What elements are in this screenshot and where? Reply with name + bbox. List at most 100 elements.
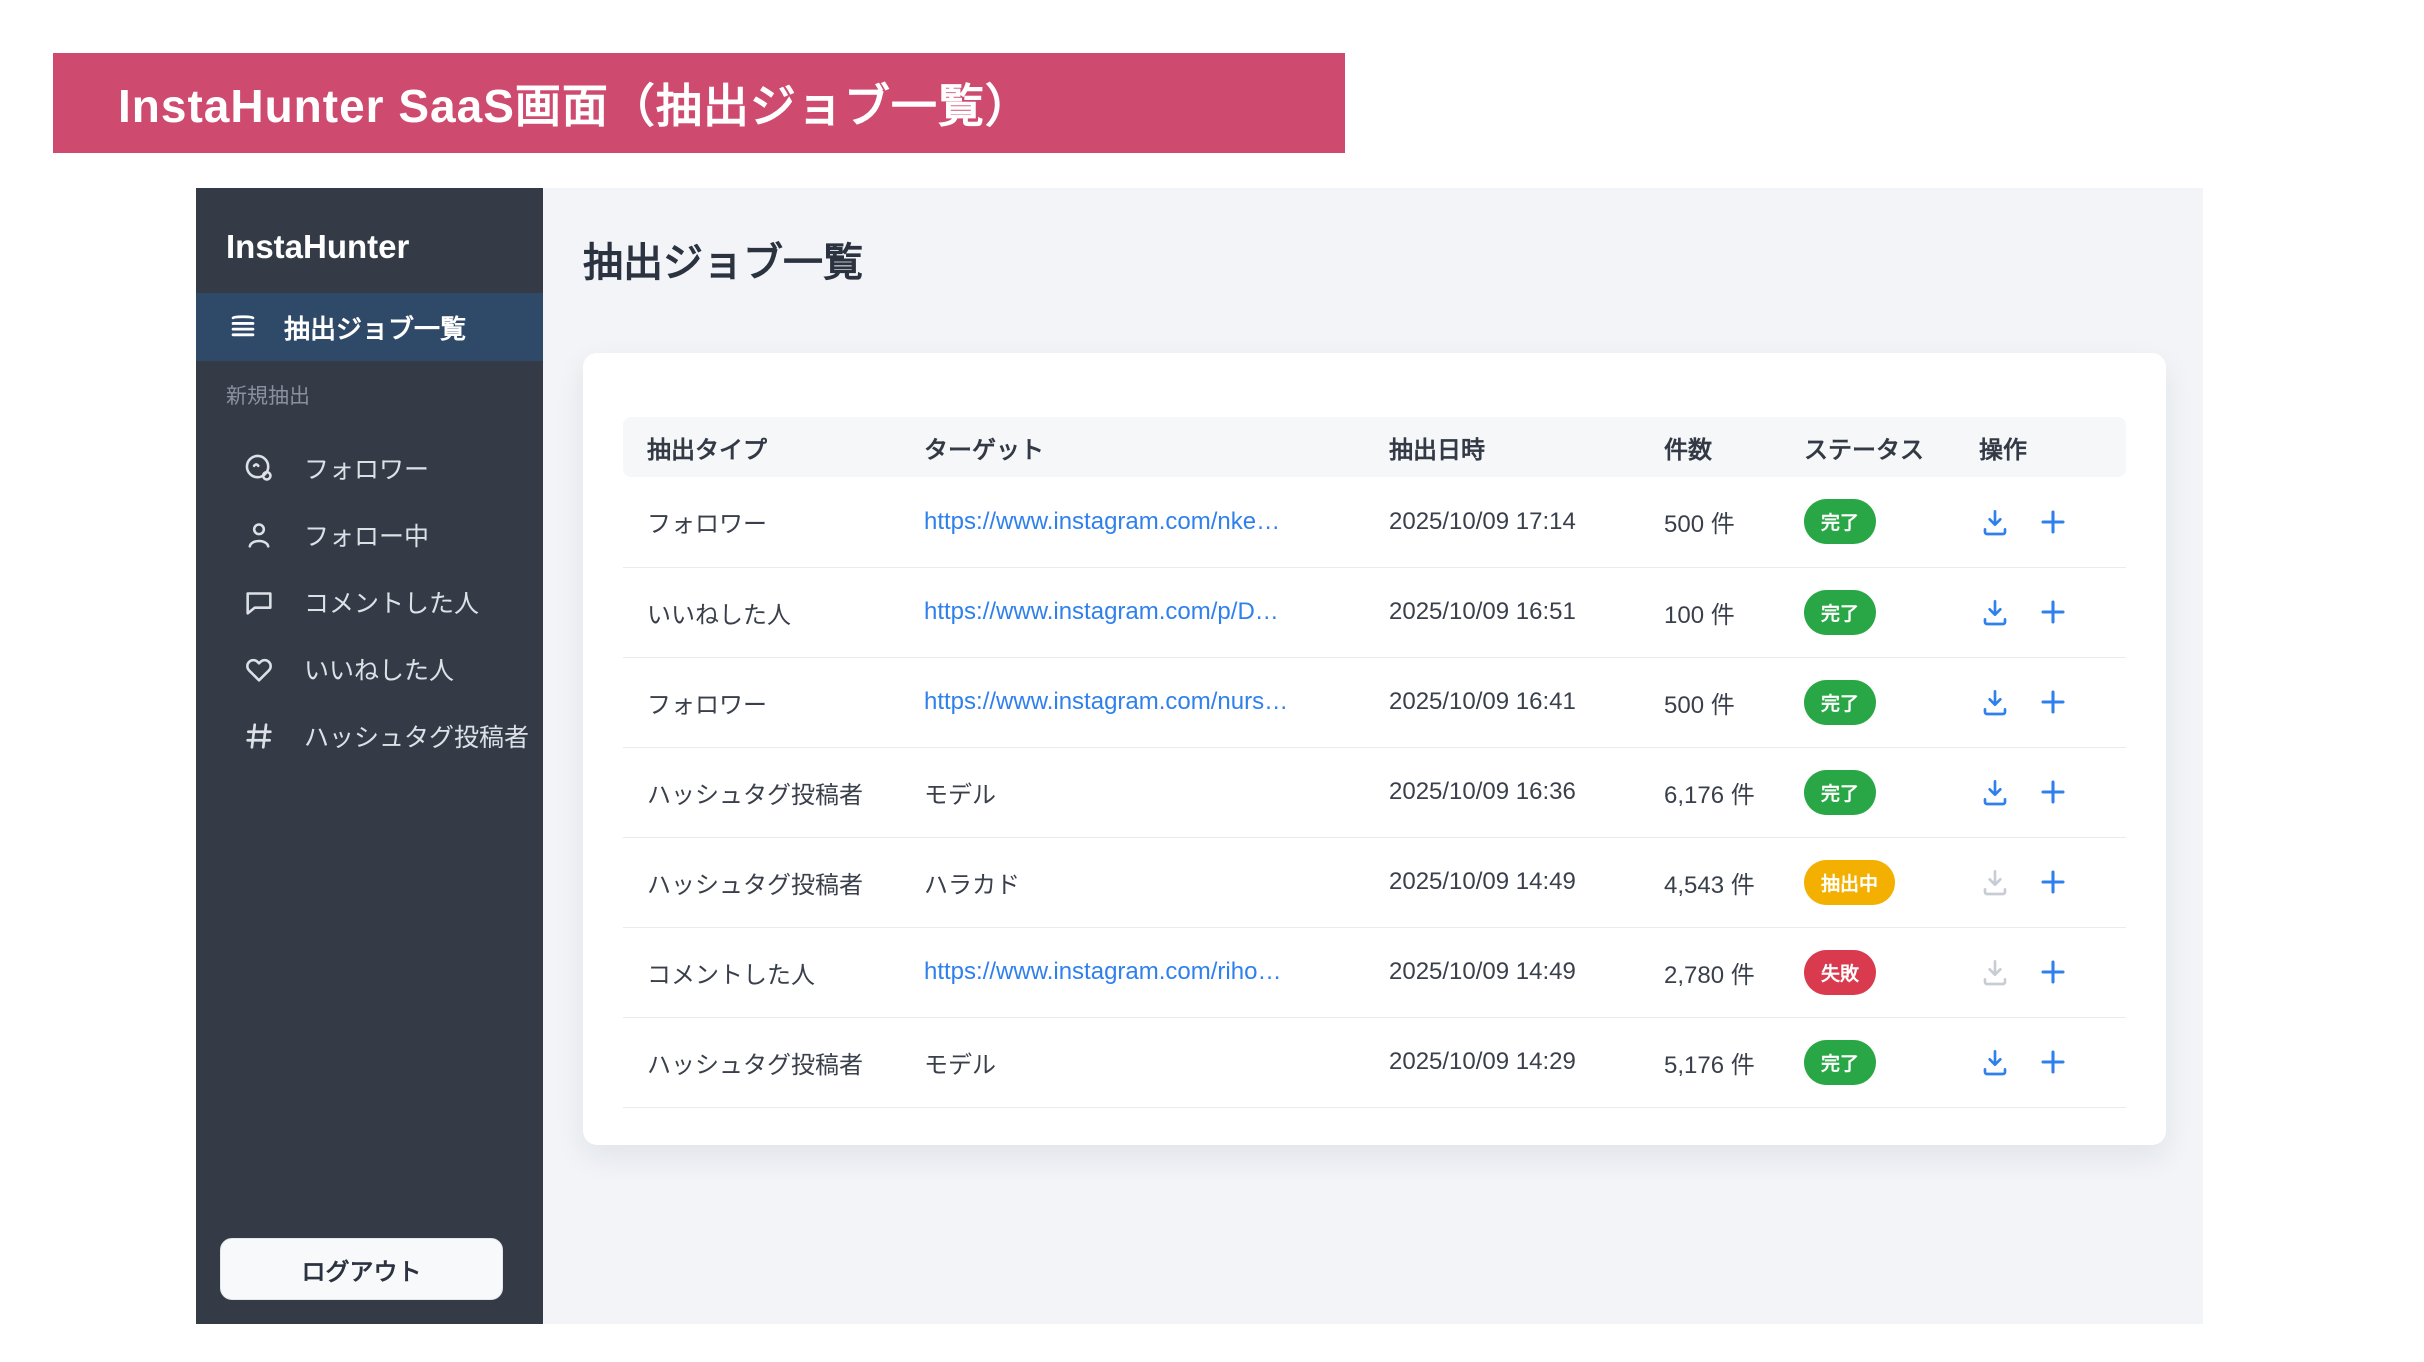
sidebar-item-job-list[interactable]: 抽出ジョブ一覧 — [196, 293, 543, 361]
job-datetime-cell: 2025/10/09 14:49 — [1385, 927, 1660, 1017]
followers-icon — [242, 451, 276, 485]
job-row: ハッシュタグ投稿者ハラカド2025/10/09 14:494,543 件抽出中 — [623, 837, 2126, 927]
job-datetime-cell: 2025/10/09 14:49 — [1385, 837, 1660, 927]
status-badge: 失敗 — [1804, 950, 1876, 995]
job-datetime-cell: 2025/10/09 16:36 — [1385, 747, 1660, 837]
download-icon[interactable] — [1979, 596, 2011, 628]
job-count-cell: 2,780 件 — [1660, 927, 1800, 1017]
download-icon — [1979, 956, 2011, 988]
job-type-cell: ハッシュタグ投稿者 — [623, 837, 920, 927]
app-window: InstaHunter 抽出ジョブ一覧 新規抽出 フォロワー — [196, 188, 2203, 1324]
job-target-link[interactable]: https://www.instagram.com/riho… — [924, 958, 1281, 985]
sidebar-item-followers[interactable]: フォロワー — [196, 434, 543, 501]
add-icon[interactable] — [2037, 956, 2069, 988]
status-badge: 完了 — [1804, 1040, 1876, 1085]
add-icon[interactable] — [2037, 866, 2069, 898]
job-target-cell: https://www.instagram.com/nurs… — [920, 657, 1385, 747]
status-badge: 完了 — [1804, 499, 1876, 544]
job-status-cell: 完了 — [1800, 747, 1975, 837]
header-type: 抽出タイプ — [623, 417, 920, 477]
job-type-cell: コメントした人 — [623, 927, 920, 1017]
sidebar: InstaHunter 抽出ジョブ一覧 新規抽出 フォロワー — [196, 188, 543, 1324]
job-target-link[interactable]: https://www.instagram.com/p/D… — [924, 598, 1279, 625]
job-type-cell: ハッシュタグ投稿者 — [623, 747, 920, 837]
header-ops: 操作 — [1975, 417, 2126, 477]
jobs-table-body: フォロワーhttps://www.instagram.com/nke… 2025/… — [623, 477, 2126, 1107]
job-target-cell: モデル — [920, 1017, 1385, 1107]
job-status-cell: 完了 — [1800, 1017, 1975, 1107]
job-target-cell: https://www.instagram.com/riho… — [920, 927, 1385, 1017]
job-ops-cell — [1975, 477, 2126, 567]
job-ops-cell — [1975, 567, 2126, 657]
job-count-cell: 6,176 件 — [1660, 747, 1800, 837]
header-datetime: 抽出日時 — [1385, 417, 1660, 477]
job-ops-cell — [1975, 927, 2126, 1017]
job-datetime-cell: 2025/10/09 14:29 — [1385, 1017, 1660, 1107]
job-datetime-cell: 2025/10/09 16:51 — [1385, 567, 1660, 657]
job-ops-cell — [1975, 657, 2126, 747]
job-ops-cell — [1975, 747, 2126, 837]
job-status-cell: 抽出中 — [1800, 837, 1975, 927]
download-icon[interactable] — [1979, 776, 2011, 808]
status-badge: 完了 — [1804, 680, 1876, 725]
sidebar-item-label: 抽出ジョブ一覧 — [284, 309, 466, 346]
job-status-cell: 完了 — [1800, 657, 1975, 747]
job-row: いいねした人https://www.instagram.com/p/D… 2025… — [623, 567, 2126, 657]
job-ops-cell — [1975, 837, 2126, 927]
job-count-cell: 500 件 — [1660, 477, 1800, 567]
job-list-icon — [226, 310, 260, 344]
sidebar-item-label: フォロー中 — [304, 517, 429, 553]
job-target-link[interactable]: https://www.instagram.com/nke… — [924, 508, 1280, 535]
header-count: 件数 — [1660, 417, 1800, 477]
job-target-cell: ハラカド — [920, 837, 1385, 927]
job-type-cell: フォロワー — [623, 477, 920, 567]
sidebar-item-likers[interactable]: いいねした人 — [196, 635, 543, 702]
header-target: ターゲット — [920, 417, 1385, 477]
job-target-cell: モデル — [920, 747, 1385, 837]
comment-icon — [242, 585, 276, 619]
job-status-cell: 完了 — [1800, 477, 1975, 567]
sidebar-item-label: ハッシュタグ投稿者 — [304, 718, 529, 754]
job-count-cell: 4,543 件 — [1660, 837, 1800, 927]
sidebar-item-label: フォロワー — [304, 450, 429, 486]
add-icon[interactable] — [2037, 506, 2069, 538]
logout-button[interactable]: ログアウト — [220, 1238, 503, 1300]
main-content: 抽出ジョブ一覧 抽出タイプ ターゲット 抽出日時 件数 ステータス 操作 — [543, 188, 2203, 1324]
sidebar-item-following[interactable]: フォロー中 — [196, 501, 543, 568]
job-count-cell: 500 件 — [1660, 657, 1800, 747]
add-icon[interactable] — [2037, 776, 2069, 808]
job-row: フォロワーhttps://www.instagram.com/nurs…2025… — [623, 657, 2126, 747]
hashtag-icon — [242, 719, 276, 753]
job-row: フォロワーhttps://www.instagram.com/nke…2025/… — [623, 477, 2126, 567]
job-target-link[interactable]: https://www.instagram.com/nurs… — [924, 688, 1288, 715]
header-status: ステータス — [1800, 417, 1975, 477]
download-icon[interactable] — [1979, 686, 2011, 718]
add-icon[interactable] — [2037, 686, 2069, 718]
status-badge: 抽出中 — [1804, 860, 1895, 905]
add-icon[interactable] — [2037, 596, 2069, 628]
job-count-cell: 100 件 — [1660, 567, 1800, 657]
sidebar-item-commenters[interactable]: コメントした人 — [196, 568, 543, 635]
download-icon[interactable] — [1979, 1046, 2011, 1078]
job-row: ハッシュタグ投稿者モデル2025/10/09 14:295,176 件完了 — [623, 1017, 2126, 1107]
status-badge: 完了 — [1804, 770, 1876, 815]
sidebar-item-label: コメントした人 — [304, 584, 479, 620]
jobs-table-header: 抽出タイプ ターゲット 抽出日時 件数 ステータス 操作 — [623, 417, 2126, 477]
following-icon — [242, 518, 276, 552]
app-logo: InstaHunter — [226, 228, 409, 266]
sidebar-section-label: 新規抽出 — [226, 380, 310, 410]
job-type-cell: いいねした人 — [623, 567, 920, 657]
job-type-cell: ハッシュタグ投稿者 — [623, 1017, 920, 1107]
status-badge: 完了 — [1804, 590, 1876, 635]
download-icon[interactable] — [1979, 506, 2011, 538]
job-datetime-cell: 2025/10/09 16:41 — [1385, 657, 1660, 747]
job-row: コメントした人https://www.instagram.com/riho… 20… — [623, 927, 2126, 1017]
job-target-cell: https://www.instagram.com/p/D… — [920, 567, 1385, 657]
add-icon[interactable] — [2037, 1046, 2069, 1078]
heart-icon — [242, 652, 276, 686]
title-banner: InstaHunter SaaS画面（抽出ジョブ一覧） — [53, 53, 1345, 153]
download-icon — [1979, 866, 2011, 898]
banner-title: InstaHunter SaaS画面（抽出ジョブ一覧） — [118, 70, 1032, 136]
sidebar-nav: フォロワー フォロー中 コメントした人 — [196, 434, 543, 769]
sidebar-item-hashtag-posters[interactable]: ハッシュタグ投稿者 — [196, 702, 543, 769]
